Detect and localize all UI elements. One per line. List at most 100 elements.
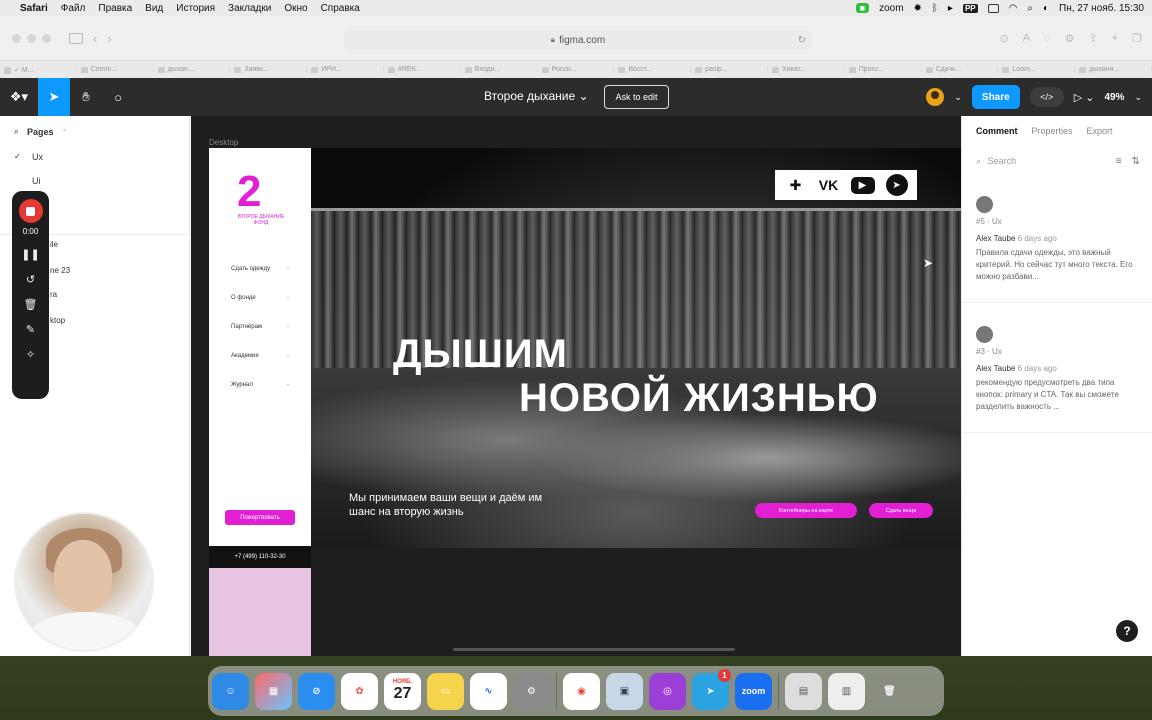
trash-icon[interactable]: 🗑︎ [24,298,38,311]
tab-export[interactable]: Export [1087,126,1113,136]
layer-item[interactable]: ktop [50,316,65,325]
browser-tab[interactable]: Comm... [77,66,154,73]
browser-tab[interactable]: дыхани... [1075,66,1152,73]
settings-icon[interactable]: ⚙ [1065,32,1075,45]
menu-window[interactable]: Окно [284,3,307,14]
podcasts-icon[interactable]: ◎ [649,672,686,710]
zoom-window-button[interactable] [42,33,51,43]
pages-header[interactable]: ⌕ Pages ⌃ [14,126,67,137]
tab-overview-icon[interactable]: ❐ [1132,32,1142,45]
chrome-icon[interactable]: ◉ [563,672,600,710]
minimize-window-button[interactable] [27,33,36,43]
zoom-level[interactable]: 49% [1104,92,1124,103]
present-icon[interactable]: ▷ ⌄ [1074,91,1095,104]
spotlight-icon[interactable]: ⌕ [1027,3,1033,14]
zoom-status[interactable]: zoom [879,3,903,14]
pen-icon[interactable]: ✎ [26,323,35,336]
share-icon[interactable]: ⇪ [1088,32,1097,45]
download-icon[interactable]: ⊙ [999,32,1008,45]
chevron-down-icon[interactable]: ⌄ [954,92,962,103]
file-title[interactable]: Второе дыхание ⌄ [484,89,589,103]
browser-tab[interactable]: Сдачк... [922,66,999,73]
comment-item[interactable]: #3 · Ux Alex Taube 6 days ago рекомендую… [976,326,1142,413]
menu-edit[interactable]: Правка [98,3,132,14]
restart-icon[interactable]: ↺ [26,273,35,286]
calendar-icon[interactable]: НОЯБ. 27 [384,672,421,710]
pause-icon[interactable]: ❚❚ [21,248,39,261]
dev-mode-toggle[interactable]: </> [1029,87,1064,107]
chevron-down-icon[interactable]: ⌄ [1134,92,1142,103]
browser-tab[interactable]: дыхан... [154,66,231,73]
comment-item[interactable]: #5 · Ux Alex Taube 6 days ago Правила сд… [976,196,1142,283]
comment-tool-icon[interactable]: ○ [102,78,134,116]
menu-app[interactable]: Safari [20,3,48,14]
close-window-button[interactable] [12,33,21,43]
safari-icon[interactable]: ⊘ [298,672,335,710]
comment-search[interactable]: ⌕ Search [976,156,1016,167]
filter-icon[interactable]: ≡ [1116,156,1122,167]
brightness-icon[interactable]: ✹ [914,3,922,14]
zoom-camera-icon[interactable]: ■ [855,3,870,13]
menu-help[interactable]: Справка [321,3,360,14]
address-bar[interactable]: 🔒︎ figma.com ↻ [344,30,812,50]
clock[interactable]: Пн, 27 нояб. 15:30 [1059,3,1144,14]
preview-icon[interactable]: ▣ [606,672,643,710]
layer-item[interactable]: ile [50,240,58,249]
browser-tab[interactable]: Восст... [614,66,692,73]
back-icon[interactable]: ‹ [93,31,97,46]
extension-icon[interactable]: ◌ [1044,32,1051,45]
tab-comment[interactable]: Comment [976,126,1018,136]
figma-menu-icon[interactable]: ❖▾ [0,78,38,116]
browser-tab[interactable]: Loom... [998,66,1076,73]
telegram-icon[interactable]: ➤ 1 [692,668,731,710]
hand-tool-icon[interactable]: ✋︎ [70,78,102,116]
photos-icon[interactable]: ✿ [341,672,378,710]
page-ui[interactable]: Ui [32,176,41,186]
browser-tab[interactable]: paslp... [691,66,768,73]
browser-tab[interactable]: Прого... [845,66,922,73]
webcam-overlay[interactable] [14,512,154,652]
share-button[interactable]: Share [971,85,1020,109]
figma-canvas[interactable]: Desktop 2 ВТОРОЕ ДЫХАНИЕ ФОНД Сдать одеж… [191,116,961,656]
user-avatar[interactable] [926,88,945,106]
menu-bookmarks[interactable]: Закладки [228,3,271,14]
system-settings-icon[interactable]: ⚙ [513,672,550,710]
sidebar-icon[interactable] [69,32,83,44]
ask-to-edit-button[interactable]: Ask to edit [604,85,669,109]
finder-icon[interactable]: ☺ [212,672,249,710]
layer-item[interactable]: ra [50,290,57,299]
search-icon[interactable]: ⌕ [14,126,19,137]
frame-label[interactable]: Desktop [209,138,238,147]
help-button[interactable]: ? [1116,620,1138,642]
browser-tab[interactable]: ✓ М... [0,65,77,74]
launchpad-icon[interactable]: ▦ [255,672,292,710]
browser-tab[interactable]: Заявк... [230,66,308,73]
new-tab-icon[interactable]: + [1112,32,1118,45]
bluetooth-icon[interactable]: ᛒ [932,3,938,14]
tab-properties[interactable]: Properties [1032,126,1073,136]
translate-icon[interactable]: A [1023,32,1030,45]
documents-stack-icon[interactable]: ▥ [828,672,865,710]
downloads-stack-icon[interactable]: ▤ [785,672,822,710]
page-ux[interactable]: Ux [32,152,43,162]
layer-item[interactable]: ne 23 [50,266,70,275]
browser-tab[interactable]: ИРИ... [307,66,384,73]
move-tool-icon[interactable]: ➤ [38,78,70,116]
menu-file[interactable]: Файл [61,3,86,14]
control-center-icon[interactable]: ◐ [1043,3,1049,14]
stop-recording-button[interactable] [18,199,43,223]
browser-tab[interactable]: Росси... [538,66,615,73]
browser-tab[interactable]: #REK... [384,66,461,73]
pp-icon[interactable]: PP [962,3,978,13]
freeform-icon[interactable]: ∿ [470,672,507,710]
menu-history[interactable]: История [176,3,215,14]
browser-tab[interactable]: Хакат... [768,66,845,73]
notes-icon[interactable]: ▭ [427,672,464,710]
menu-view[interactable]: Вид [145,3,163,14]
play-icon[interactable]: ▸ [948,3,953,14]
forward-icon[interactable]: › [107,31,111,46]
trash-icon[interactable]: 🗑︎ [871,673,908,710]
browser-tab[interactable]: Входя... [461,66,538,73]
battery-icon[interactable] [987,3,999,13]
reload-icon[interactable]: ↻ [798,35,806,46]
